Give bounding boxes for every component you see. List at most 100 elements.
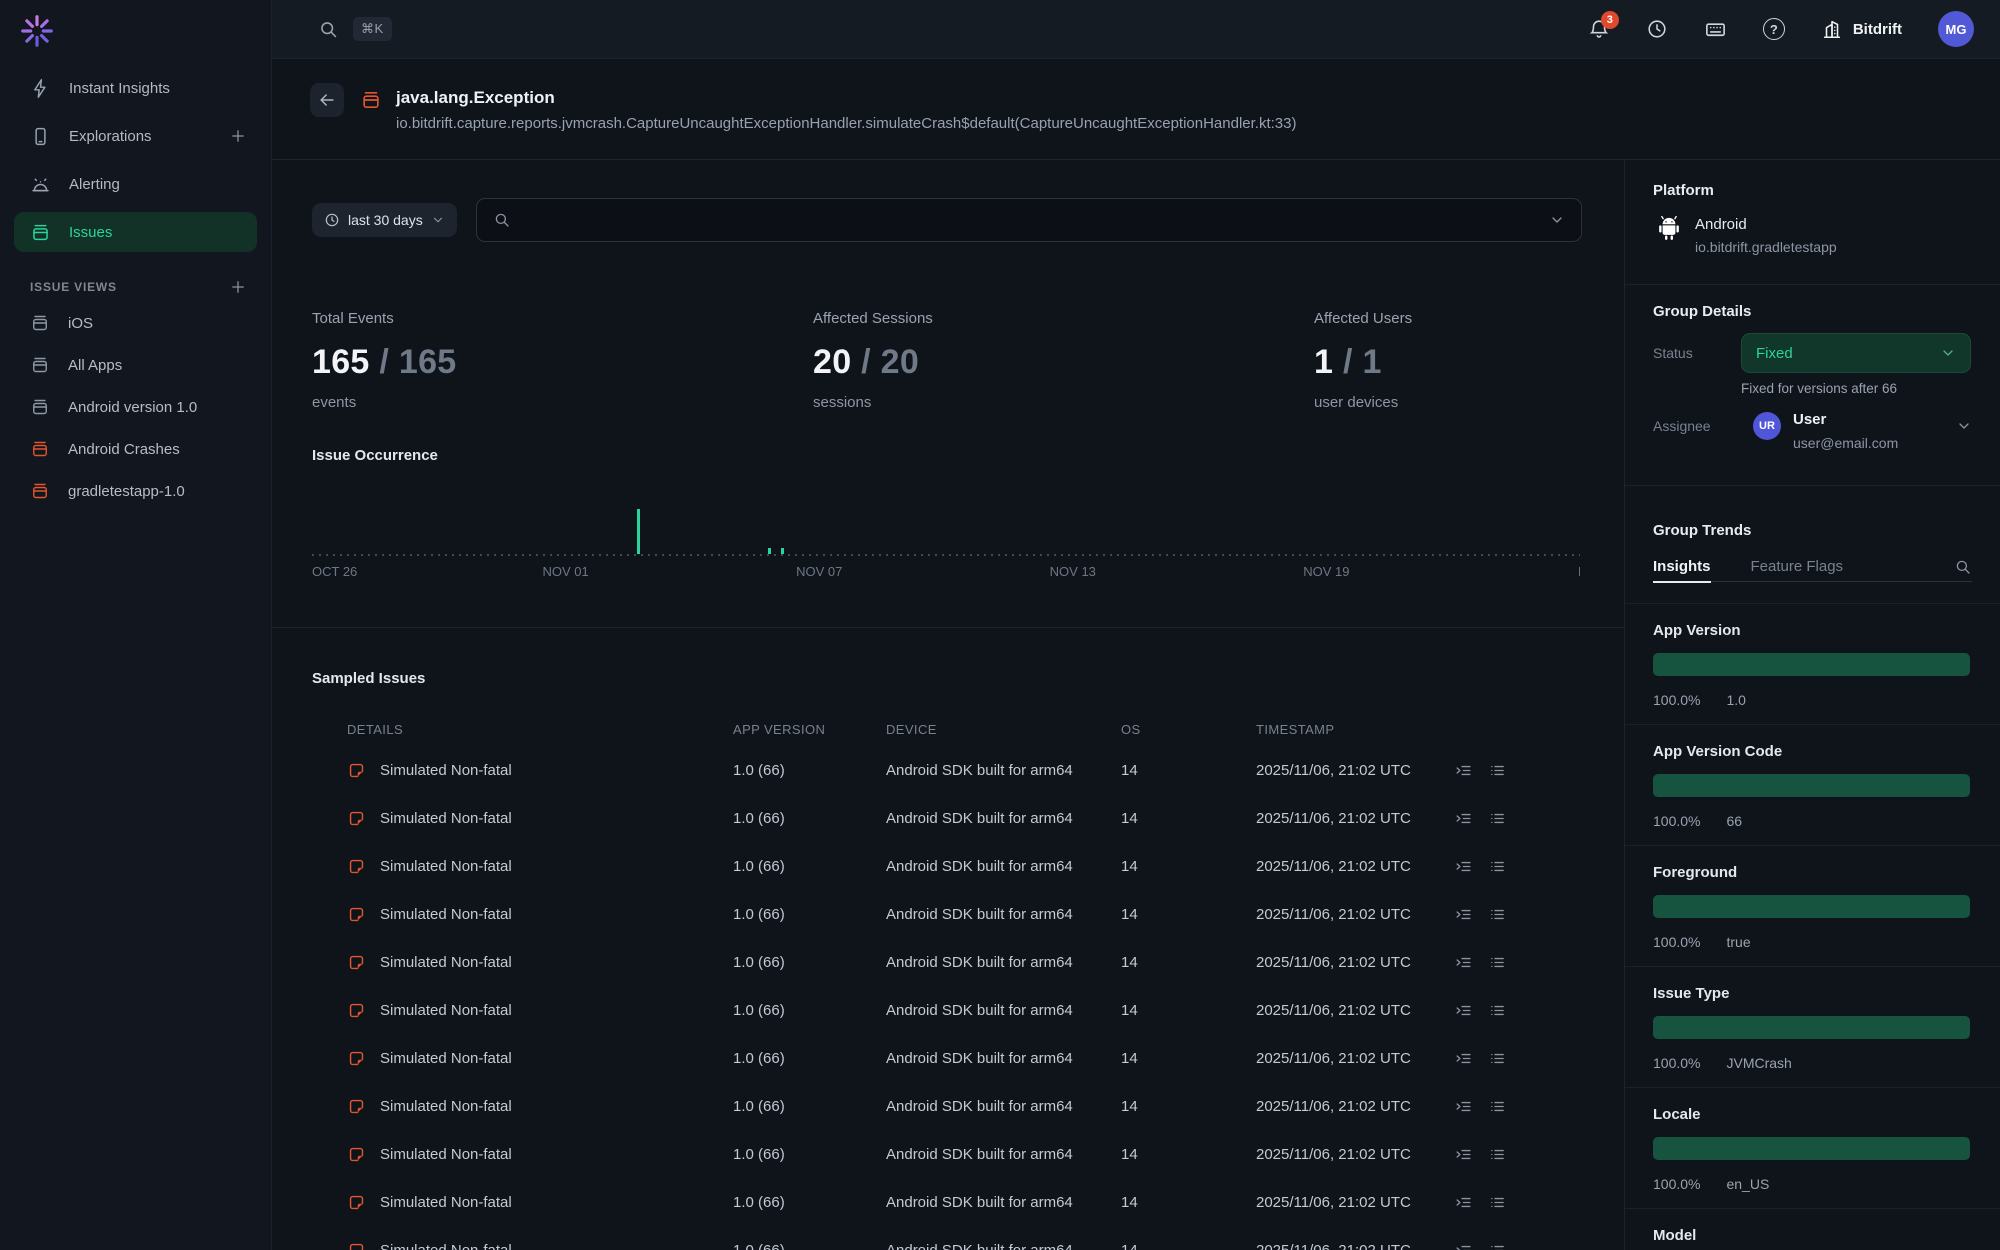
time-range-dropdown[interactable]: last 30 days: [312, 203, 457, 237]
open-logs-list-icon[interactable]: [1489, 906, 1506, 923]
trend-value: en_US: [1726, 1176, 1769, 1192]
open-logs-list-icon[interactable]: [1489, 762, 1506, 779]
org-switcher[interactable]: Bitdrift: [1821, 18, 1902, 40]
issue-view-label: Android Crashes: [68, 441, 180, 458]
row-actions: [1455, 1146, 1584, 1163]
filter-row: last 30 days: [312, 198, 1582, 242]
row-actions: [1455, 954, 1584, 971]
cell-device: Android SDK built for arm64: [886, 1194, 1121, 1211]
trend-items: App Version 100.0% 1.0 App Version Code …: [1625, 603, 2000, 1250]
open-timeline-icon[interactable]: [1455, 762, 1472, 779]
cell-os: 14: [1121, 1242, 1256, 1250]
open-timeline-icon[interactable]: [1455, 858, 1472, 875]
table-row[interactable]: Simulated Non-fatal 1.0 (66) Android SDK…: [347, 986, 1584, 1034]
issue-views-list: iOS All Apps Android version 1.0: [0, 302, 271, 512]
stats-row: Total Events 165 / 165 events Affected S…: [312, 310, 1624, 411]
recent-button[interactable]: [1646, 18, 1668, 40]
cell-device: Android SDK built for arm64: [886, 810, 1121, 827]
table-row[interactable]: Simulated Non-fatal 1.0 (66) Android SDK…: [347, 746, 1584, 794]
sidebar-item-explorations[interactable]: Explorations: [0, 112, 271, 160]
bitdrift-logo-icon[interactable]: [18, 12, 56, 50]
open-timeline-icon[interactable]: [1455, 1002, 1472, 1019]
open-logs-list-icon[interactable]: [1489, 1194, 1506, 1211]
assignee-dropdown[interactable]: [1956, 418, 1972, 434]
stat-label: Total Events: [312, 310, 813, 327]
table-row[interactable]: Simulated Non-fatal 1.0 (66) Android SDK…: [347, 1178, 1584, 1226]
open-logs-list-icon[interactable]: [1489, 1098, 1506, 1115]
cell-app-version: 1.0 (66): [733, 1242, 886, 1250]
issue-details-text: Simulated Non-fatal: [380, 954, 512, 971]
add-issue-view-button[interactable]: [229, 278, 247, 296]
axis-tick-label: NOV 13: [1050, 564, 1096, 579]
table-row[interactable]: Simulated Non-fatal 1.0 (66) Android SDK…: [347, 842, 1584, 890]
issue-details-text: Simulated Non-fatal: [380, 1098, 512, 1115]
cell-app-version: 1.0 (66): [733, 1098, 886, 1115]
cell-timestamp: 2025/11/06, 21:02 UTC: [1256, 1146, 1455, 1163]
trends-search-icon[interactable]: [1954, 558, 1972, 576]
filter-search-input[interactable]: [476, 198, 1582, 242]
open-timeline-icon[interactable]: [1455, 1050, 1472, 1067]
trend-title: App Version: [1653, 622, 1741, 639]
table-row[interactable]: Simulated Non-fatal 1.0 (66) Android SDK…: [347, 1034, 1584, 1082]
trend-tab[interactable]: Feature Flags: [1751, 552, 1844, 582]
trend-bar: [1653, 774, 1970, 797]
global-search[interactable]: ⌘K: [318, 17, 392, 41]
keyboard-icon: [1704, 18, 1727, 41]
open-timeline-icon[interactable]: [1455, 1146, 1472, 1163]
trend-percentage: 100.0%: [1653, 934, 1700, 950]
table-row[interactable]: Simulated Non-fatal 1.0 (66) Android SDK…: [347, 1130, 1584, 1178]
issue-view-item[interactable]: gradletestapp-1.0: [0, 470, 271, 512]
open-timeline-icon[interactable]: [1455, 954, 1472, 971]
open-logs-list-icon[interactable]: [1489, 1002, 1506, 1019]
table-row[interactable]: Simulated Non-fatal 1.0 (66) Android SDK…: [347, 794, 1584, 842]
open-logs-list-icon[interactable]: [1489, 810, 1506, 827]
sidebar-item-alerting[interactable]: Alerting: [0, 160, 271, 208]
sidebar-item-issues[interactable]: Issues: [14, 212, 257, 252]
platform-app-id: io.bitdrift.gradletestapp: [1695, 239, 1837, 255]
open-timeline-icon[interactable]: [1455, 1242, 1472, 1250]
chevron-down-icon[interactable]: [1549, 212, 1565, 228]
crash-note-icon: [347, 1097, 366, 1116]
open-timeline-icon[interactable]: [1455, 906, 1472, 923]
open-timeline-icon[interactable]: [1455, 1098, 1472, 1115]
sidebar-item-label: Issues: [69, 224, 112, 241]
status-dropdown[interactable]: Fixed: [1741, 333, 1971, 373]
open-logs-list-icon[interactable]: [1489, 1242, 1506, 1250]
notifications-button[interactable]: 3: [1588, 18, 1610, 40]
sidebar-item-label: Instant Insights: [69, 80, 170, 97]
help-icon: ?: [1763, 18, 1785, 40]
stat-separator: /: [861, 343, 871, 381]
issue-view-item[interactable]: iOS: [0, 302, 271, 344]
table-row[interactable]: Simulated Non-fatal 1.0 (66) Android SDK…: [347, 890, 1584, 938]
back-button[interactable]: [310, 83, 344, 117]
issue-view-label: gradletestapp-1.0: [68, 483, 185, 500]
add-exploration-button[interactable]: [229, 127, 247, 145]
table-row[interactable]: Simulated Non-fatal 1.0 (66) Android SDK…: [347, 1082, 1584, 1130]
trend-meta: 100.0% 66: [1653, 813, 1742, 829]
open-logs-list-icon[interactable]: [1489, 858, 1506, 875]
cell-timestamp: 2025/11/06, 21:02 UTC: [1256, 858, 1455, 875]
open-logs-list-icon[interactable]: [1489, 1146, 1506, 1163]
open-logs-list-icon[interactable]: [1489, 954, 1506, 971]
open-timeline-icon[interactable]: [1455, 810, 1472, 827]
user-avatar[interactable]: MG: [1938, 11, 1974, 47]
crash-note-icon: [347, 1049, 366, 1068]
cell-device: Android SDK built for arm64: [886, 1002, 1121, 1019]
help-button[interactable]: ?: [1763, 18, 1785, 40]
issue-view-item[interactable]: Android version 1.0: [0, 386, 271, 428]
issue-details-text: Simulated Non-fatal: [380, 906, 512, 923]
row-actions: [1455, 1002, 1584, 1019]
open-logs-list-icon[interactable]: [1489, 1050, 1506, 1067]
table-row[interactable]: Simulated Non-fatal 1.0 (66) Android SDK…: [347, 1226, 1584, 1250]
trend-tab[interactable]: Insights: [1653, 552, 1711, 582]
search-icon: [493, 211, 511, 229]
stat-block: Total Events 165 / 165 events: [312, 310, 813, 411]
shortcuts-button[interactable]: [1704, 18, 1727, 41]
table-row[interactable]: Simulated Non-fatal 1.0 (66) Android SDK…: [347, 938, 1584, 986]
issue-view-item[interactable]: All Apps: [0, 344, 271, 386]
issue-view-item[interactable]: Android Crashes: [0, 428, 271, 470]
axis-tick-label: NO: [1578, 564, 1580, 579]
trend-item: App Version Code 100.0% 66: [1625, 724, 2000, 845]
open-timeline-icon[interactable]: [1455, 1194, 1472, 1211]
sidebar-item-instant-insights[interactable]: Instant Insights: [0, 64, 271, 112]
